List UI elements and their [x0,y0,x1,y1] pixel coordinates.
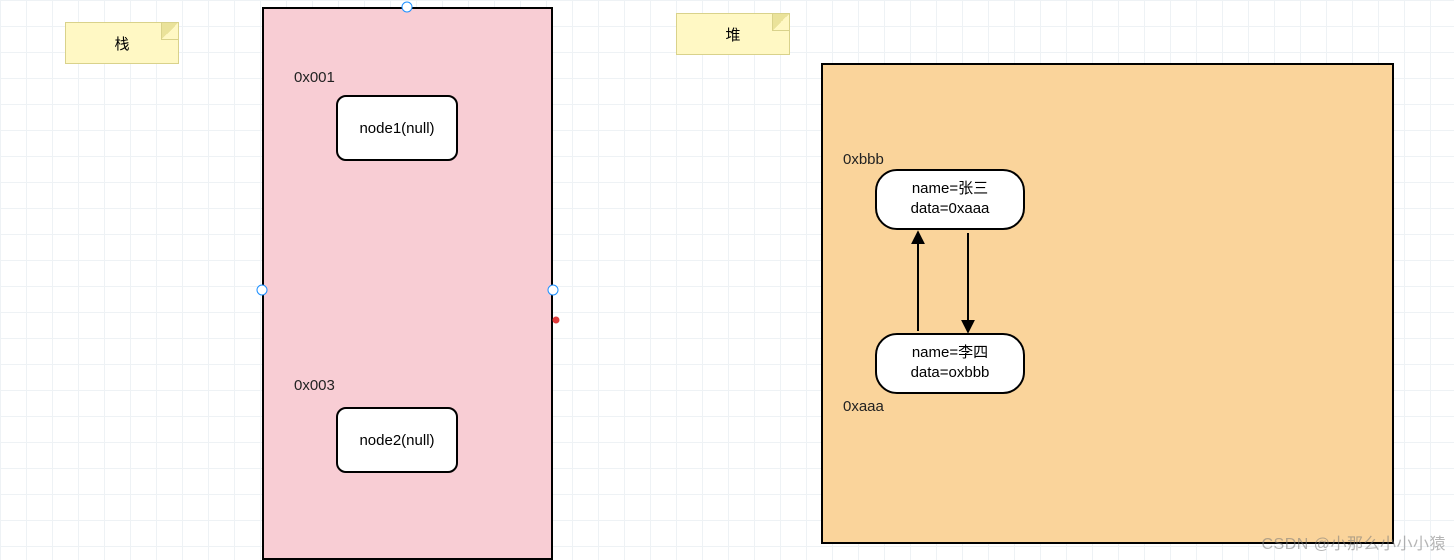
connection-point-icon[interactable] [553,317,560,324]
heap-obj-bot-line1: name=李四 [881,343,1019,363]
resize-handle-icon[interactable] [548,285,559,296]
stack-addr-1: 0x001 [294,69,335,86]
stack-node-1[interactable]: node1(null) [336,95,458,161]
heap-obj-top-line1: name=张三 [881,179,1019,199]
heap-panel[interactable]: 0xbbb name=张三 data=0xaaa name=李四 data=ox… [821,63,1394,544]
sticky-heap: 堆 [676,13,790,55]
stack-node-1-text: node1(null) [359,120,434,137]
heap-obj-top-line2: data=0xaaa [881,199,1019,219]
watermark: CSDN @小那么小小小猿 [1261,530,1446,554]
sticky-stack-label: 栈 [114,33,129,54]
heap-addr-bottom: 0xaaa [843,398,884,415]
heap-object-top[interactable]: name=张三 data=0xaaa [875,169,1025,230]
stack-node-2[interactable]: node2(null) [336,407,458,473]
stack-panel[interactable]: 0x001 node1(null) 0x003 node2(null) [262,7,553,560]
resize-handle-icon[interactable] [257,285,268,296]
stack-addr-2: 0x003 [294,377,335,394]
heap-addr-top: 0xbbb [843,151,884,168]
heap-obj-bot-line2: data=oxbbb [881,363,1019,383]
stack-node-2-text: node2(null) [359,432,434,449]
arrows-icon [823,65,1396,546]
sticky-heap-label: 堆 [725,24,740,45]
resize-handle-icon[interactable] [402,2,413,13]
sticky-stack: 栈 [65,22,179,64]
heap-object-bottom[interactable]: name=李四 data=oxbbb [875,333,1025,394]
